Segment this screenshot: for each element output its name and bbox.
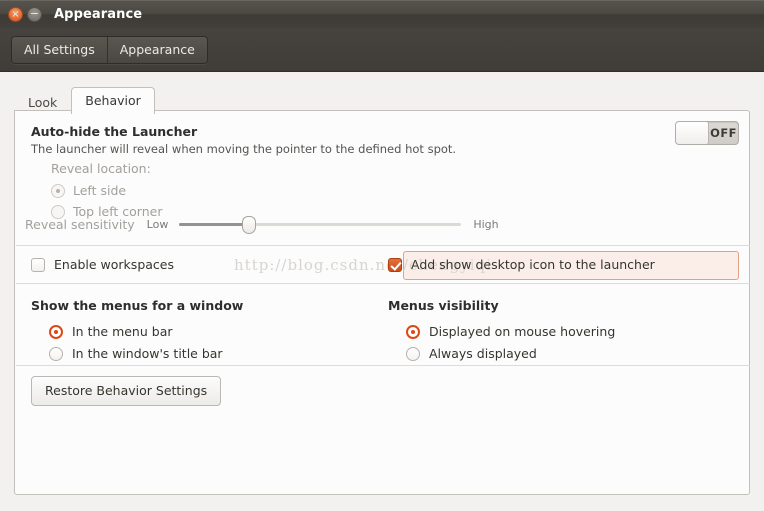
enable-workspaces-label: Enable workspaces bbox=[54, 257, 174, 272]
reveal-location-group: Reveal location: Left side Top left corn… bbox=[51, 161, 162, 219]
behavior-panel: Auto-hide the Launcher The launcher will… bbox=[14, 110, 750, 495]
slider-handle[interactable] bbox=[242, 216, 257, 234]
window-menus-title: Show the menus for a window bbox=[31, 298, 244, 313]
minimize-icon: − bbox=[29, 7, 40, 20]
desktop-icon-label: Add show desktop icon to the launcher bbox=[411, 257, 655, 272]
close-icon: × bbox=[11, 9, 20, 20]
all-settings-button[interactable]: All Settings bbox=[12, 36, 107, 63]
sensitivity-label: Reveal sensitivity bbox=[25, 216, 135, 232]
navigation-segmented-control: All Settings Appearance bbox=[11, 35, 208, 64]
menus-visibility-option-always[interactable]: Always displayed bbox=[406, 346, 615, 361]
window-menus-option-title-bar[interactable]: In the window's title bar bbox=[49, 346, 243, 361]
divider-2 bbox=[16, 283, 750, 284]
menus-visibility-option-hovering[interactable]: Displayed on mouse hovering bbox=[406, 324, 615, 339]
switch-state-label: OFF bbox=[710, 126, 737, 140]
slider-fill bbox=[179, 223, 250, 226]
radio-displayed-on-mouse-hovering-icon[interactable] bbox=[406, 324, 420, 339]
menus-visibility-option-always-label: Always displayed bbox=[429, 346, 537, 361]
switch-knob[interactable] bbox=[676, 122, 709, 144]
sensitivity-row: Reveal sensitivity Low High bbox=[25, 215, 741, 234]
radio-left-side-icon[interactable] bbox=[51, 183, 65, 198]
window-toolbar: All Settings Appearance bbox=[0, 28, 764, 72]
menus-visibility-option-hovering-label: Displayed on mouse hovering bbox=[429, 324, 616, 339]
autohide-description: The launcher will reveal when moving the… bbox=[31, 142, 457, 156]
appearance-window: × − Appearance All Settings Appearance L… bbox=[0, 0, 764, 511]
window-minimize-button[interactable]: − bbox=[27, 7, 42, 22]
tab-look[interactable]: Look bbox=[14, 89, 71, 115]
menus-visibility-title: Menus visibility bbox=[388, 298, 499, 313]
menus-visibility-group: Menus visibility Displayed on mouse hove… bbox=[388, 298, 615, 361]
sensitivity-high-label: High bbox=[473, 217, 499, 231]
window-close-button[interactable]: × bbox=[8, 7, 23, 22]
checkbox-enable-workspaces-icon[interactable] bbox=[31, 257, 45, 272]
checkbox-desktop-icon-icon[interactable] bbox=[388, 257, 402, 272]
window-titlebar: × − Appearance bbox=[0, 0, 764, 28]
window-menus-option-title-bar-label: In the window's title bar bbox=[72, 346, 223, 361]
sensitivity-low-label: Low bbox=[146, 217, 169, 231]
window-menus-option-menu-bar-label: In the menu bar bbox=[72, 324, 173, 339]
radio-in-the-menu-bar-icon[interactable] bbox=[49, 324, 63, 339]
divider-3 bbox=[16, 365, 750, 366]
reveal-sensitivity-group: Reveal sensitivity Low High bbox=[25, 215, 741, 234]
window-title: Appearance bbox=[54, 7, 143, 22]
desktop-icon-option[interactable]: Add show desktop icon to the launcher bbox=[388, 257, 655, 272]
appearance-button[interactable]: Appearance bbox=[106, 36, 207, 63]
reveal-location-label: Reveal location: bbox=[51, 161, 151, 176]
radio-in-the-windows-title-bar-icon[interactable] bbox=[49, 346, 63, 361]
restore-behavior-settings-container: Restore Behavior Settings bbox=[31, 376, 222, 406]
tab-strip: Look Behavior bbox=[14, 87, 155, 114]
reveal-option-left-side-label: Left side bbox=[73, 183, 127, 198]
divider-1 bbox=[16, 245, 750, 246]
autohide-section: Auto-hide the Launcher The launcher will… bbox=[31, 124, 591, 156]
autohide-switch[interactable]: OFF bbox=[675, 121, 739, 145]
restore-behavior-settings-button[interactable]: Restore Behavior Settings bbox=[31, 376, 222, 406]
enable-workspaces-option[interactable]: Enable workspaces bbox=[31, 257, 174, 272]
window-menus-option-menu-bar[interactable]: In the menu bar bbox=[49, 324, 243, 339]
reveal-option-left-side[interactable]: Left side bbox=[51, 183, 162, 198]
window-menus-group: Show the menus for a window In the menu … bbox=[31, 298, 243, 361]
tab-behavior[interactable]: Behavior bbox=[71, 87, 155, 114]
autohide-toggle[interactable]: OFF bbox=[675, 121, 739, 145]
sensitivity-slider[interactable] bbox=[179, 215, 462, 234]
autohide-title: Auto-hide the Launcher bbox=[31, 124, 198, 139]
radio-always-displayed-icon[interactable] bbox=[406, 346, 420, 361]
